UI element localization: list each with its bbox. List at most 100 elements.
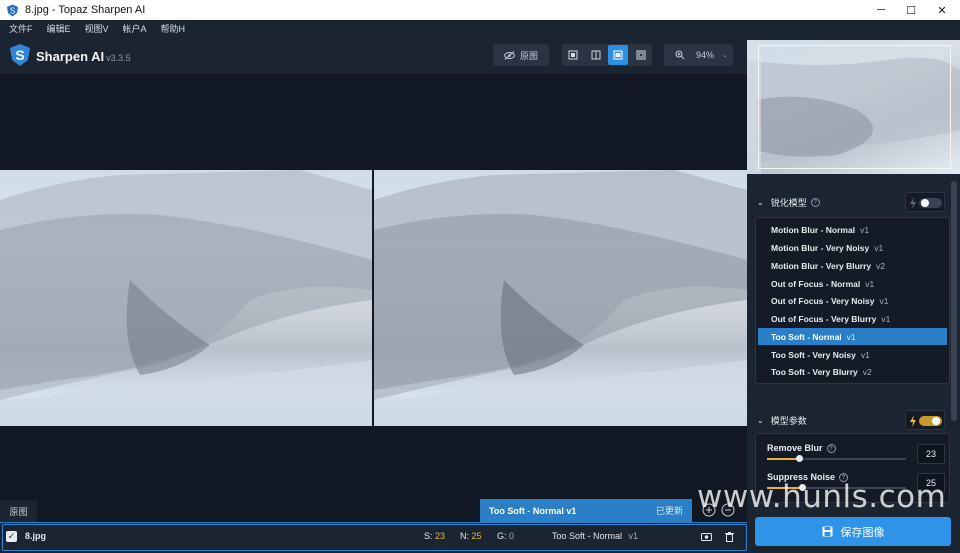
model-item[interactable]: Motion Blur - Very Noisy v1 (758, 239, 947, 256)
title-bar: S 8.jpg - Topaz Sharpen AI ─ ☐ ✕ (0, 0, 960, 20)
auto-model-toggle[interactable] (905, 192, 945, 212)
show-original-button[interactable]: 原图 (493, 44, 549, 66)
file-model-version: v1 (628, 531, 639, 541)
navigator-viewport[interactable] (758, 45, 951, 169)
view-side-by-side-button[interactable] (608, 45, 628, 65)
svg-text:S: S (10, 6, 15, 15)
model-update-banner: Too Soft - Normal v1 已更新 (480, 499, 692, 522)
eye-off-icon (504, 50, 515, 60)
auto-params-toggle[interactable] (905, 410, 945, 430)
model-name: Too Soft - Normal (771, 331, 842, 342)
model-item[interactable]: Out of Focus - Very Noisy v1 (758, 292, 947, 309)
save-icon (822, 526, 832, 537)
sharpen-logo-icon: S (10, 44, 30, 66)
original-preview[interactable] (0, 170, 372, 426)
camera-icon (700, 533, 712, 541)
menu-account[interactable]: 帐户A (123, 22, 147, 35)
grain-label: G: (497, 531, 507, 541)
model-item[interactable]: Too Soft - Very Noisy v1 (758, 346, 947, 363)
app-version: v3.3.5 (106, 53, 131, 63)
remove-blur-row: Remove Blur? (767, 443, 836, 454)
sharpen-value: 23 (435, 531, 446, 541)
original-label: 原图 (0, 500, 37, 522)
auto-params-switch[interactable] (919, 416, 942, 426)
model-item[interactable]: Motion Blur - Normal v1 (758, 221, 947, 238)
model-name: Motion Blur - Very Noisy (771, 242, 870, 253)
zoom-icon (675, 50, 685, 60)
model-item[interactable]: Out of Focus - Normal v1 (758, 275, 947, 292)
maximize-button[interactable]: ☐ (896, 0, 926, 20)
window-title: 8.jpg - Topaz Sharpen AI (25, 4, 146, 16)
model-version: v1 (860, 349, 870, 360)
original-bird-image (0, 170, 372, 426)
quad-view-icon (636, 50, 646, 60)
noise-value: 25 (471, 531, 482, 541)
sharpen-label: S: (424, 531, 433, 541)
model-version: v1 (881, 313, 891, 324)
switch-knob (932, 417, 940, 425)
watermark-text: www.hunls.com (697, 479, 947, 515)
app-brand: Sharpen AI v3.3.5 (36, 49, 131, 64)
menu-view[interactable]: 视图V (85, 22, 109, 35)
lightning-icon (910, 415, 916, 427)
model-name: Out of Focus - Normal (771, 278, 861, 289)
switch-knob (921, 199, 929, 207)
processed-bird-image (374, 170, 747, 426)
auto-model-switch[interactable] (919, 198, 942, 208)
view-single-button[interactable] (563, 45, 583, 65)
remove-blur-fill (767, 458, 799, 460)
processed-preview[interactable] (374, 170, 747, 426)
view-split-button[interactable] (586, 45, 606, 65)
grain-value: 0 (509, 531, 515, 541)
chevron-down-icon: ⌄ (757, 416, 764, 425)
model-item[interactable]: Out of Focus - Very Blurry v1 (758, 310, 947, 327)
help-icon[interactable]: ? (826, 444, 836, 454)
models-header-label: 锐化模型 (770, 198, 807, 208)
noise-label: N: (460, 531, 469, 541)
model-version: v2 (862, 366, 872, 377)
params-header-label: 模型参数 (770, 416, 807, 426)
remove-blur-slider[interactable] (767, 455, 906, 462)
help-icon[interactable]: ? (810, 198, 820, 207)
file-checkbox[interactable]: ✓ (6, 531, 17, 542)
model-version: v1 (860, 224, 870, 235)
split-view-icon (591, 50, 601, 60)
params-section-header[interactable]: ⌄ 模型参数 (757, 414, 807, 427)
chevron-down-icon: ⌄ (722, 52, 728, 59)
model-version: v1 (865, 278, 875, 289)
zoom-control[interactable]: 94% ⌄ (664, 44, 733, 66)
model-item-selected[interactable]: Too Soft - Normal v1 (758, 328, 947, 345)
menu-edit[interactable]: 编辑E (47, 22, 71, 35)
menu-file[interactable]: 文件F (9, 22, 33, 35)
side-by-side-icon (613, 50, 623, 60)
remove-blur-label: Remove Blur (767, 443, 823, 453)
model-name: Motion Blur - Very Blurry (771, 260, 872, 271)
app-name: Sharpen AI (36, 49, 105, 64)
banner-model-name: Too Soft - Normal v1 (489, 505, 577, 516)
model-version: v1 (846, 331, 856, 342)
close-button[interactable]: ✕ (927, 0, 957, 20)
zoom-value: 94% (696, 50, 715, 60)
remove-blur-value[interactable]: 23 (917, 444, 945, 464)
lightning-icon (910, 197, 916, 209)
model-version: v1 (879, 295, 889, 306)
trash-icon (724, 532, 734, 542)
model-item[interactable]: Motion Blur - Very Blurry v2 (758, 257, 947, 274)
model-name: Too Soft - Very Blurry (771, 366, 858, 377)
remove-blur-thumb[interactable] (795, 455, 803, 462)
preview-button[interactable] (698, 529, 714, 545)
minimize-button[interactable]: ─ (866, 0, 896, 20)
view-mode-group (562, 44, 652, 66)
model-version: v2 (876, 260, 886, 271)
model-item[interactable]: Too Soft - Very Blurry v2 (758, 363, 947, 380)
file-model-name: Too Soft - Normal (552, 531, 623, 541)
panel-scrollbar[interactable] (951, 181, 957, 421)
menu-bar: 文件F 编辑E 视图V 帐户A 帮助H (0, 20, 960, 37)
save-image-button[interactable]: 保存图像 (755, 517, 951, 546)
delete-button[interactable] (721, 529, 737, 545)
save-image-label: 保存图像 (840, 526, 885, 539)
menu-help[interactable]: 帮助H (161, 22, 186, 35)
view-quad-button[interactable] (631, 45, 651, 65)
models-section-header[interactable]: ⌄ 锐化模型 ? (757, 196, 820, 209)
model-name: Out of Focus - Very Blurry (771, 313, 877, 324)
